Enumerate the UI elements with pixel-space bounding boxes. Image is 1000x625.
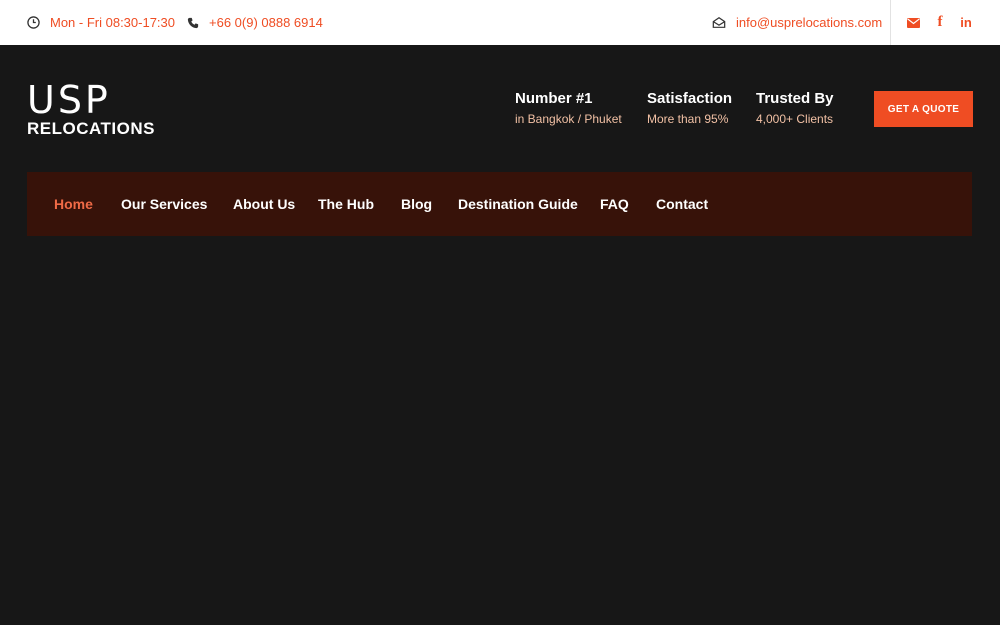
stat-subtitle: 4,000+ Clients bbox=[756, 112, 834, 126]
main-nav: Home Our Services About Us The Hub Blog … bbox=[27, 172, 972, 236]
stat-title: Satisfaction bbox=[647, 90, 733, 107]
clock-icon bbox=[27, 16, 40, 29]
phone-text[interactable]: +66 0(9) 0888 6914 bbox=[209, 15, 323, 30]
top-bar: Mon - Fri 08:30-17:30 +66 0(9) 0888 6914… bbox=[0, 0, 1000, 45]
topbar-divider bbox=[890, 0, 891, 45]
nav-item-destination-guide[interactable]: Destination Guide bbox=[458, 172, 578, 236]
stat-subtitle: More than 95% bbox=[647, 112, 729, 126]
linkedin-icon[interactable]: in bbox=[956, 0, 976, 45]
facebook-icon[interactable]: f bbox=[930, 0, 950, 45]
nav-item-our-services[interactable]: Our Services bbox=[121, 172, 207, 236]
stat-number-one: Number #1 in Bangkok / Phuket bbox=[515, 90, 622, 126]
email-link[interactable]: info@usprelocations.com bbox=[712, 0, 882, 45]
nav-item-blog[interactable]: Blog bbox=[401, 172, 432, 236]
phone-number[interactable]: +66 0(9) 0888 6914 bbox=[187, 0, 323, 45]
stat-subtitle: in Bangkok / Phuket bbox=[515, 112, 622, 126]
nav-item-about-us[interactable]: About Us bbox=[233, 172, 295, 236]
email-text[interactable]: info@usprelocations.com bbox=[736, 15, 882, 30]
nav-item-faq[interactable]: FAQ bbox=[600, 172, 629, 236]
stat-satisfaction: Satisfaction More than 95% bbox=[647, 90, 732, 126]
nav-item-the-hub[interactable]: The Hub bbox=[318, 172, 374, 236]
stat-trusted-by: Trusted By 4,000+ Clients bbox=[756, 90, 834, 126]
mail-icon[interactable] bbox=[903, 0, 923, 45]
hours-text: Mon - Fri 08:30-17:30 bbox=[50, 15, 176, 30]
get-a-quote-button[interactable]: GET A QUOTE bbox=[874, 91, 973, 127]
nav-item-home[interactable]: Home bbox=[54, 172, 93, 236]
business-hours: Mon - Fri 08:30-17:30 bbox=[27, 0, 175, 45]
stat-title: Number #1 bbox=[515, 90, 593, 107]
phone-icon bbox=[187, 17, 199, 28]
stat-title: Trusted By bbox=[756, 90, 834, 107]
nav-item-contact[interactable]: Contact bbox=[656, 172, 708, 236]
logo[interactable]: USP RELOCATIONS bbox=[27, 78, 162, 139]
logo-usp: USP bbox=[27, 78, 111, 122]
envelope-open-icon bbox=[712, 16, 726, 28]
logo-relocations: RELOCATIONS bbox=[27, 119, 155, 138]
